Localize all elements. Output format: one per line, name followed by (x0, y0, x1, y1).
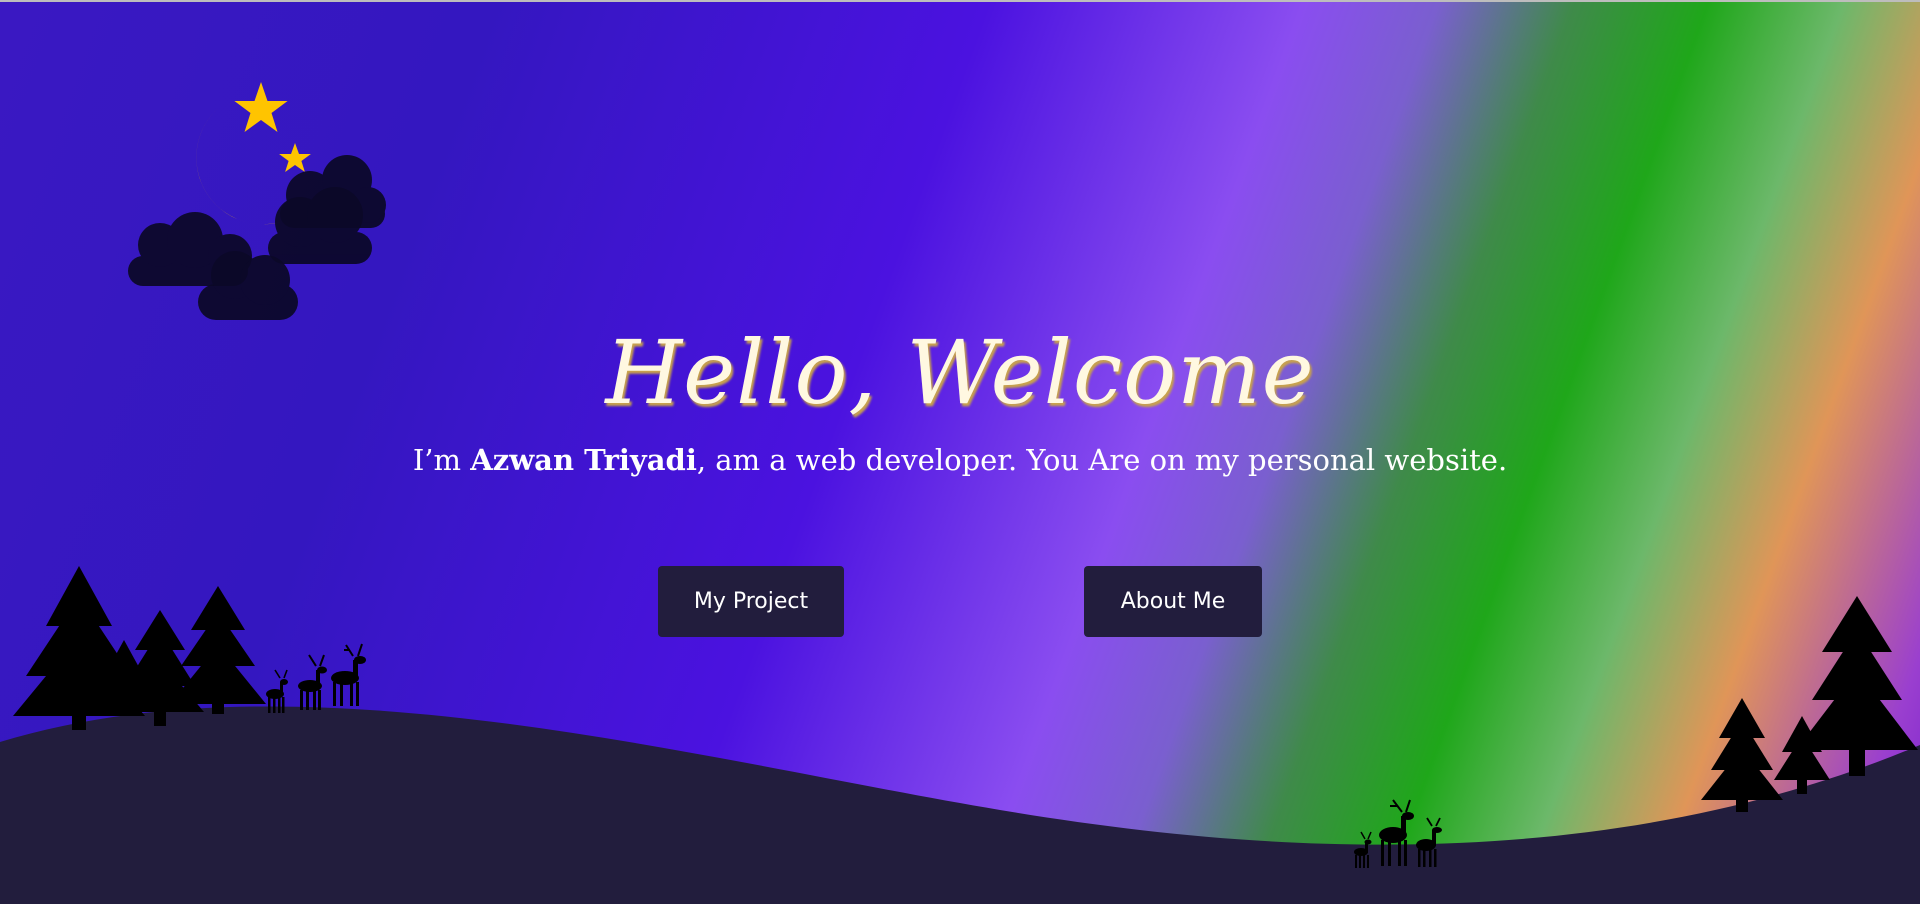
hero-intro: I’m Azwan Triyadi, am a web developer. Y… (0, 440, 1920, 480)
star-icon (234, 82, 288, 132)
intro-suffix: , am a web developer. You Are on my pers… (696, 443, 1508, 477)
intro-prefix: I’m (412, 443, 471, 477)
about-me-button[interactable]: About Me (1084, 566, 1262, 637)
hero-title: Hello, Welcome (605, 321, 1315, 424)
deer-icon (298, 654, 327, 710)
hero-section: Hello, Welcome I’m Azwan Triyadi, am a w… (0, 0, 1920, 904)
moon-clouds-illustration (128, 82, 386, 320)
owner-name: Azwan Triyadi (470, 443, 697, 477)
hero-text: Hello, Welcome I’m Azwan Triyadi, am a w… (0, 318, 1920, 480)
tree-icon (1701, 698, 1783, 812)
star-icon (279, 143, 311, 172)
deer-icon (331, 643, 366, 706)
cloud-icon (268, 187, 372, 264)
my-project-button[interactable]: My Project (658, 566, 844, 637)
hill-silhouette (0, 706, 1920, 904)
